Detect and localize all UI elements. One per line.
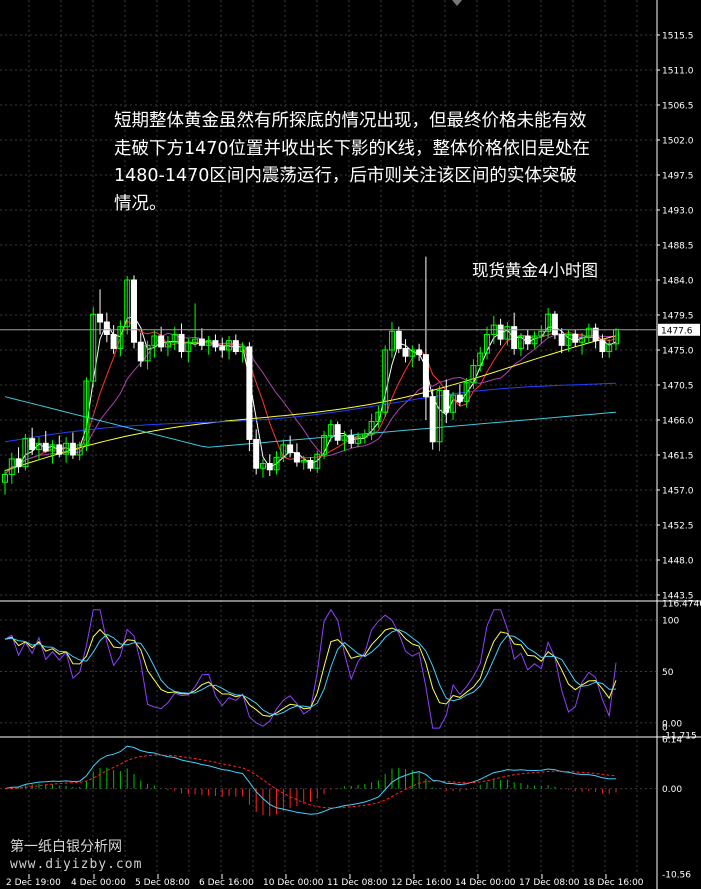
candle-bear xyxy=(422,354,429,398)
y-tick-label: 1493.0 xyxy=(662,207,694,217)
candle-bear xyxy=(232,340,239,353)
candle-bear xyxy=(137,341,144,362)
x-tick-label: 5 Dec 08:00 xyxy=(135,878,190,888)
x-tick-label: 4 Dec 00:00 xyxy=(71,878,126,888)
x-tick-label: 18 Dec 16:00 xyxy=(583,878,644,888)
candle-bear xyxy=(497,324,504,340)
y-tick-label: 1506.5 xyxy=(662,102,694,112)
y-tick-label: 1461.5 xyxy=(662,452,694,462)
candle-bear xyxy=(402,347,409,357)
x-tick-label: 10 Dec 00:00 xyxy=(263,878,324,888)
candle-bear xyxy=(178,333,185,353)
candle-bear xyxy=(15,458,22,468)
y-tick-label: 1466.0 xyxy=(662,417,694,427)
x-tick-label: 6 Dec 16:00 xyxy=(199,878,254,888)
x-tick-label: 12 Dec 16:00 xyxy=(391,878,452,888)
y-tick-label: 1479.5 xyxy=(662,312,694,322)
candle-bear xyxy=(456,394,463,402)
candle-bear xyxy=(416,349,423,356)
y-tick-label: 1515.5 xyxy=(662,32,694,42)
candle-bear xyxy=(110,333,117,349)
chart-annotation: 短期整体黄金虽然有所探底的情况出现，但最终价格未能有效走破下方1470位置并收出… xyxy=(114,111,591,214)
candle-bear xyxy=(253,438,260,469)
candle-bear xyxy=(429,396,436,443)
y-tick-label: 1488.5 xyxy=(662,242,694,252)
watermark-url: www.diyizby.com xyxy=(10,857,143,872)
candle-bear xyxy=(551,313,558,335)
y-tick-label: 1484.0 xyxy=(662,277,694,287)
macd-tick-label: 0.00 xyxy=(662,785,682,795)
x-tick-label: 17 Dec 08:00 xyxy=(519,878,580,888)
candle-bear xyxy=(287,444,294,454)
y-tick-label: 1448.0 xyxy=(662,557,694,567)
candle-bear xyxy=(443,389,450,413)
candle-bear xyxy=(69,442,76,456)
macd-tick-label: 6.14 xyxy=(662,736,682,746)
candle-bear xyxy=(334,424,341,441)
stochastic-tick-label: 116.4746 xyxy=(662,600,701,610)
candle-bear xyxy=(42,442,49,452)
x-tick-label: 14 Dec 00:00 xyxy=(455,878,516,888)
stochastic-tick-label: 100 xyxy=(662,616,679,626)
candle-bear xyxy=(130,279,137,343)
candle-bear xyxy=(558,333,565,346)
candle-bear xyxy=(246,346,253,440)
candle-bear xyxy=(524,335,531,345)
y-tick-label: 1497.5 xyxy=(662,172,694,182)
candle-bear xyxy=(266,463,273,471)
y-tick-label: 1457.0 xyxy=(662,487,694,497)
y-tick-label: 1470.5 xyxy=(662,382,694,392)
candle-bear xyxy=(97,313,104,323)
candle-bear xyxy=(395,330,402,349)
candle-bear xyxy=(158,335,165,348)
current-price-label: 1477.6 xyxy=(661,326,693,336)
candle-bear xyxy=(103,321,110,335)
candle-bear xyxy=(212,340,219,348)
y-tick-label: 1475.0 xyxy=(662,347,694,357)
chart-subtitle: 现货黄金4小时图 xyxy=(472,261,598,280)
y-tick-label: 1452.5 xyxy=(662,522,694,532)
watermark-name: 第一纸白银分析网 xyxy=(10,839,122,855)
x-tick-label: 2 Dec 19:00 xyxy=(6,878,61,888)
macd-tick-label: -10.56 xyxy=(662,871,691,881)
stochastic-tick-label: 50 xyxy=(662,668,674,678)
candle-bear xyxy=(219,346,226,351)
candle-bear xyxy=(198,338,205,346)
candle-bear xyxy=(599,340,606,353)
x-tick-label: 11 Dec 08:00 xyxy=(327,878,388,888)
candle-bear xyxy=(293,452,300,463)
candle-bear xyxy=(348,435,355,444)
y-tick-label: 1502.0 xyxy=(662,137,694,147)
candle-bear xyxy=(572,333,579,343)
candle-bear xyxy=(56,444,63,455)
candle-bear xyxy=(29,438,36,451)
y-tick-label: 1511.0 xyxy=(662,67,694,77)
candle-bear xyxy=(307,459,314,469)
